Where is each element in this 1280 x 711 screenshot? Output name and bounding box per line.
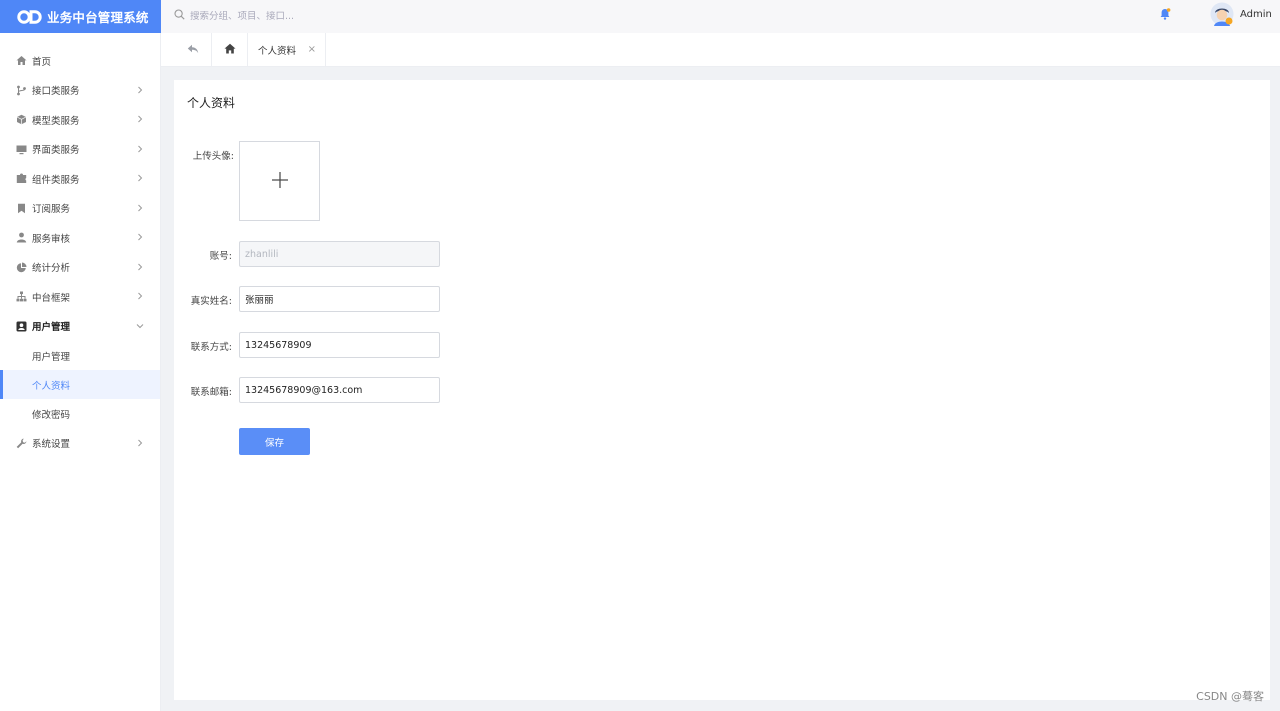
brand[interactable]: 业务中台管理系统 xyxy=(0,0,161,33)
sidebar-item-model-services[interactable]: 模型类服务 xyxy=(0,105,160,135)
sidebar-item-interface-services[interactable]: 接口类服务 xyxy=(0,76,160,106)
user-name: Admin xyxy=(1240,8,1272,20)
sidebar-subitem-change-password[interactable]: 修改密码 xyxy=(0,399,160,428)
top-bar: 业务中台管理系统 Admin xyxy=(0,0,1280,33)
chevron-right-icon xyxy=(136,174,144,182)
app-title: 业务中台管理系统 xyxy=(47,10,149,25)
real-name-label: 真实姓名: xyxy=(190,296,232,307)
puzzle-icon xyxy=(16,173,27,184)
watermark: CSDN @蓦客 xyxy=(1196,690,1264,703)
search-bar xyxy=(174,6,434,26)
home-icon xyxy=(16,55,27,66)
back-arrow-icon xyxy=(187,44,199,57)
chevron-right-icon xyxy=(136,263,144,271)
chevron-right-icon xyxy=(136,292,144,300)
chevron-right-icon xyxy=(136,115,144,123)
sidebar-item-subscription[interactable]: 订阅服务 xyxy=(0,194,160,224)
notification-bell-icon[interactable] xyxy=(1158,7,1172,21)
sidebar-item-user-management[interactable]: 用户管理 xyxy=(0,312,160,342)
home-icon xyxy=(224,43,236,57)
sidebar-subitem-user-list[interactable]: 用户管理 xyxy=(0,341,160,370)
sidebar-item-system-settings[interactable]: 系统设置 xyxy=(0,429,160,459)
chevron-right-icon xyxy=(136,439,144,447)
close-icon[interactable]: × xyxy=(308,45,316,55)
chevron-right-icon xyxy=(136,204,144,212)
chevron-right-icon xyxy=(136,233,144,241)
account-label: 账号: xyxy=(209,251,232,262)
user-menu[interactable]: Admin xyxy=(1210,2,1272,26)
logo-icon xyxy=(17,9,42,24)
sitemap-icon xyxy=(16,291,27,302)
account-field xyxy=(239,241,440,267)
person-icon xyxy=(16,232,27,243)
tab-label: 个人资料 xyxy=(258,46,297,57)
avatar-label: 上传头像: xyxy=(192,151,234,162)
profile-card: 个人资料 上传头像: 账号: 真实姓名: 联系方式: 联系邮箱: 保存 xyxy=(174,80,1270,700)
sidebar-menu: 首页 接口类服务 模型类服务 界面类服务 组件类服务 订阅服务 服务审核 统计分… xyxy=(0,33,160,458)
monitor-icon xyxy=(16,144,27,155)
pie-icon xyxy=(16,262,27,273)
search-icon xyxy=(174,9,185,23)
real-name-field[interactable] xyxy=(239,286,440,312)
phone-label: 联系方式: xyxy=(190,342,232,353)
sidebar-item-home[interactable]: 首页 xyxy=(0,46,160,76)
sidebar: 首页 接口类服务 模型类服务 界面类服务 组件类服务 订阅服务 服务审核 统计分… xyxy=(0,33,161,711)
tab-profile[interactable]: 个人资料 × xyxy=(248,33,326,67)
page-title: 个人资料 xyxy=(187,96,236,110)
search-input[interactable] xyxy=(190,10,420,22)
sidebar-item-ui-services[interactable]: 界面类服务 xyxy=(0,135,160,165)
wrench-icon xyxy=(16,438,27,449)
user-card-icon xyxy=(16,321,27,332)
avatar xyxy=(1210,2,1234,26)
chevron-right-icon xyxy=(136,86,144,94)
save-button[interactable]: 保存 xyxy=(239,428,310,455)
chevron-right-icon xyxy=(136,145,144,153)
back-button[interactable] xyxy=(175,33,212,67)
sidebar-item-framework[interactable]: 中台框架 xyxy=(0,282,160,312)
sidebar-subitem-profile[interactable]: 个人资料 xyxy=(0,370,160,400)
avatar-upload-button[interactable] xyxy=(239,141,320,221)
sidebar-item-component-services[interactable]: 组件类服务 xyxy=(0,164,160,194)
email-label: 联系邮箱: xyxy=(190,387,232,398)
sidebar-item-service-review[interactable]: 服务审核 xyxy=(0,223,160,253)
email-field[interactable] xyxy=(239,377,440,403)
cube-icon xyxy=(16,114,27,125)
sidebar-item-statistics[interactable]: 统计分析 xyxy=(0,253,160,283)
chevron-down-icon xyxy=(136,322,144,330)
bookmark-icon xyxy=(16,203,27,214)
branch-icon xyxy=(16,85,27,96)
phone-field[interactable] xyxy=(239,332,440,358)
plus-icon xyxy=(271,171,289,192)
home-tab[interactable] xyxy=(212,33,248,67)
tabs-bar: 个人资料 × xyxy=(161,33,1280,67)
